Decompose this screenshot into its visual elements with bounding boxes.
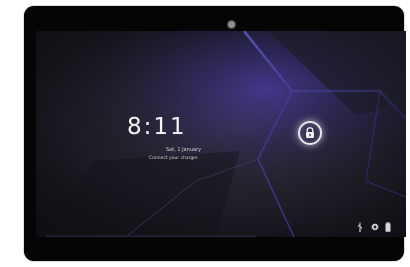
lock-icon	[306, 127, 314, 138]
unlock-slider[interactable]	[298, 121, 322, 145]
camera-icon	[228, 21, 235, 28]
gear-icon	[371, 223, 379, 231]
battery-icon	[385, 222, 391, 232]
usb-icon	[357, 222, 363, 232]
clock-time: 8:11	[127, 114, 187, 140]
charger-message: Connect your charger.	[149, 156, 199, 161]
status-bar	[356, 222, 396, 232]
wallpaper-graphic	[36, 31, 406, 237]
date-text: Sat, 1 January	[166, 147, 202, 153]
lock-screen: 8:11 Sat, 1 January Connect your charger…	[36, 31, 406, 237]
